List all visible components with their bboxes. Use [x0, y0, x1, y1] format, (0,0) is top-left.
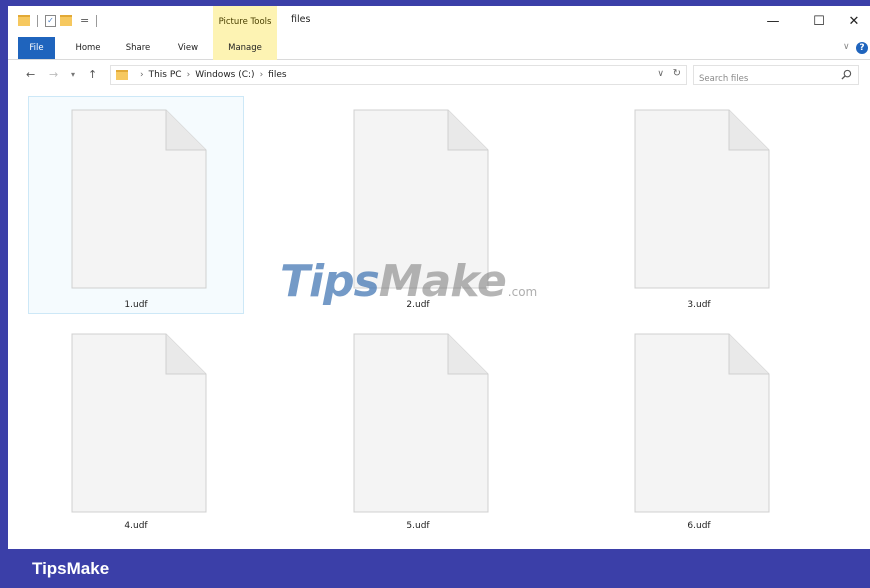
file-name: 4.udf: [124, 521, 148, 531]
file-name: 2.udf: [406, 300, 430, 310]
file-item[interactable]: 5.udf: [310, 320, 526, 538]
file-list-view: 1.udf 2.udf 3.udf 4.udf 5.udf 6.udf: [8, 91, 870, 549]
document-icon: [634, 109, 770, 289]
help-icon[interactable]: ?: [856, 42, 868, 54]
expand-ribbon-icon[interactable]: ∨: [843, 42, 850, 52]
file-name: 1.udf: [124, 300, 148, 310]
refresh-icon[interactable]: ↻: [673, 68, 681, 79]
chevron-down-icon[interactable]: ∨: [657, 69, 664, 79]
customize-toolbar-icon[interactable]: =: [80, 14, 89, 27]
breadcrumb-this-pc[interactable]: This PC: [149, 70, 182, 80]
footer-brand: TipsMake: [32, 559, 110, 578]
properties-icon[interactable]: ✓: [45, 14, 56, 27]
quick-access-toolbar: ✓ =: [18, 14, 100, 27]
tab-manage[interactable]: Manage: [213, 37, 277, 60]
chevron-right-icon[interactable]: ›: [140, 70, 144, 80]
back-button[interactable]: ←: [26, 68, 35, 81]
file-item[interactable]: 3.udf: [591, 96, 807, 314]
tab-view[interactable]: View: [168, 37, 208, 59]
file-item[interactable]: 2.udf: [310, 96, 526, 314]
picture-tools-label: Picture Tools: [213, 6, 277, 37]
document-icon: [71, 333, 207, 513]
folder-icon: [116, 70, 128, 80]
up-button[interactable]: ↑: [88, 68, 97, 81]
file-item[interactable]: 4.udf: [28, 320, 244, 538]
file-name: 6.udf: [687, 521, 711, 531]
search-box[interactable]: [693, 65, 859, 88]
file-name: 5.udf: [406, 521, 430, 531]
address-bar[interactable]: › This PC › Windows (C:) › files ∨ ↻: [110, 65, 687, 85]
file-explorer-window: ✓ = Picture Tools files — ☐ ✕ File Home …: [8, 6, 870, 549]
window-title: files: [291, 14, 311, 25]
folder-icon[interactable]: [18, 15, 30, 26]
maximize-button[interactable]: ☐: [804, 10, 834, 32]
search-input[interactable]: [694, 70, 829, 88]
toolbar-separator: [96, 14, 98, 27]
file-name: 3.udf: [687, 300, 711, 310]
footer-banner: TipsMake: [0, 549, 870, 588]
title-bar: ✓ = Picture Tools files — ☐ ✕: [8, 6, 870, 37]
forward-button[interactable]: →: [49, 68, 58, 81]
document-icon: [634, 333, 770, 513]
document-icon: [353, 333, 489, 513]
file-item[interactable]: 6.udf: [591, 320, 807, 538]
recent-locations-icon[interactable]: ▾: [71, 70, 75, 79]
chevron-right-icon[interactable]: ›: [260, 70, 264, 80]
document-icon: [71, 109, 207, 289]
tab-share[interactable]: Share: [118, 37, 158, 59]
toolbar-separator: [37, 14, 38, 27]
chevron-right-icon[interactable]: ›: [187, 70, 191, 80]
document-icon: [353, 109, 489, 289]
search-icon[interactable]: [841, 69, 852, 80]
close-button[interactable]: ✕: [839, 10, 869, 32]
address-bar-row: ← → ▾ ↑ › This PC › Windows (C:) › files…: [8, 60, 870, 90]
minimize-button[interactable]: —: [758, 10, 788, 32]
file-item[interactable]: 1.udf: [28, 96, 244, 314]
breadcrumb-files[interactable]: files: [268, 70, 286, 80]
ribbon-tabs: File Home Share View Manage ∨ ?: [8, 37, 870, 60]
tab-home[interactable]: Home: [68, 37, 108, 59]
breadcrumb-windows-c[interactable]: Windows (C:): [195, 70, 254, 80]
tab-file[interactable]: File: [18, 37, 55, 59]
new-folder-icon[interactable]: [60, 15, 72, 26]
